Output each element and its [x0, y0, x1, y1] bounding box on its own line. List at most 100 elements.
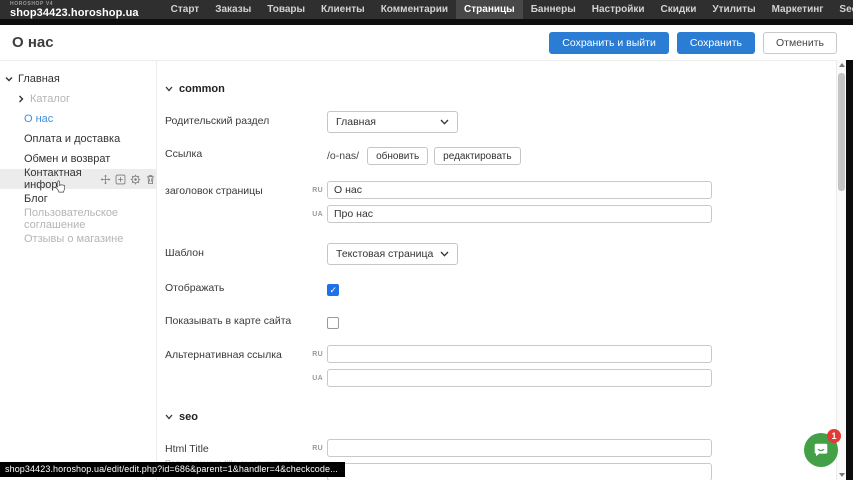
scrollbar-up-arrow[interactable]	[839, 63, 845, 67]
link-edit-button[interactable]: редактировать	[434, 147, 520, 165]
menu-item-clients[interactable]: Клиенты	[313, 0, 373, 19]
move-icon[interactable]	[100, 174, 111, 185]
tree-item-actions	[100, 174, 156, 185]
tree-item-store-reviews[interactable]: Отзывы о магазине	[0, 229, 156, 249]
field-label: Отображать	[165, 281, 307, 295]
tree-item-label: О нас	[24, 113, 53, 125]
chat-widget-button[interactable]: 1	[804, 433, 838, 467]
select-value: Текстовая страница	[336, 248, 433, 260]
logo[interactable]: HOROSHOP V4 shop34423.horoshop.ua	[10, 2, 139, 19]
scrollbar-down-arrow[interactable]	[839, 473, 845, 477]
lang-tag-ua: UA	[307, 375, 323, 382]
template-row: Шаблон Текстовая страница	[165, 243, 853, 265]
parent-section-row: Родительский раздел Главная	[165, 111, 853, 133]
tree-item-home[interactable]: Главная	[0, 69, 156, 89]
section-title: seo	[179, 411, 198, 423]
field-label: Альтернативная ссылка	[165, 345, 307, 362]
menu-item-pages[interactable]: Страницы	[456, 0, 523, 19]
app-window: HOROSHOP V4 shop34423.horoshop.ua Старт …	[0, 0, 853, 480]
menu-item-marketing[interactable]: Маркетинг	[764, 0, 832, 19]
field-label: Показывать в карте сайта	[165, 314, 307, 328]
display-checkbox[interactable]	[327, 284, 339, 296]
section-common-header[interactable]: common	[165, 83, 853, 95]
menu-item-banners[interactable]: Баннеры	[523, 0, 584, 19]
menu-item-products[interactable]: Товары	[259, 0, 313, 19]
sitemap-checkbox[interactable]	[327, 317, 339, 329]
chevron-down-icon	[440, 251, 449, 257]
html-title-ru-input[interactable]	[327, 439, 712, 457]
logo-domain: shop34423.horoshop.ua	[10, 8, 139, 19]
page-edit-form: common Родительский раздел Главная Ссылк…	[157, 61, 853, 480]
content-area: Главная Каталог О нас Оплата и доставка …	[0, 61, 853, 480]
chevron-down-icon[interactable]	[5, 75, 13, 83]
template-select[interactable]: Текстовая страница	[327, 243, 458, 265]
lang-tag-ua: UA	[307, 211, 323, 218]
lang-tag-ru: RU	[307, 445, 323, 452]
tree-item-user-agreement[interactable]: Пользовательское соглашение	[0, 209, 156, 229]
chevron-down-icon	[440, 119, 449, 125]
tree-item-catalog[interactable]: Каталог	[0, 89, 156, 109]
pages-tree-sidebar: Главная Каталог О нас Оплата и доставка …	[0, 61, 157, 480]
tree-item-label: Каталог	[30, 93, 70, 105]
chat-unread-badge: 1	[827, 429, 841, 443]
chevron-down-icon	[165, 414, 173, 420]
display-row: Отображать	[165, 281, 853, 296]
header-actions: Сохранить и выйти Сохранить Отменить	[549, 32, 837, 54]
sitemap-row: Показывать в карте сайта	[165, 314, 853, 329]
tree-item-label: Пользовательское соглашение	[24, 207, 156, 231]
scrollbar-thumb[interactable]	[838, 73, 845, 191]
tree-item-label: Контактная инфор	[24, 167, 94, 191]
tree-item-payment-delivery[interactable]: Оплата и доставка	[0, 129, 156, 149]
menu-item-comments[interactable]: Комментарии	[373, 0, 456, 19]
page-title-ru-input[interactable]	[327, 181, 712, 199]
menu-item-start[interactable]: Старт	[163, 0, 208, 19]
chat-icon	[812, 441, 830, 459]
screen-edge-strip	[846, 60, 853, 480]
tree-item-label: Главная	[18, 73, 60, 85]
field-label: Шаблон	[165, 243, 307, 260]
page-header: О нас Сохранить и выйти Сохранить Отмени…	[0, 25, 853, 61]
tree-item-blog[interactable]: Блог	[0, 189, 156, 209]
settings-icon[interactable]	[130, 174, 141, 185]
top-navigation-bar: HOROSHOP V4 shop34423.horoshop.ua Старт …	[0, 0, 853, 19]
field-label: Html Title	[165, 443, 307, 456]
scrollbar[interactable]	[836, 60, 846, 480]
link-value: /o-nas/	[327, 150, 359, 162]
select-value: Главная	[336, 116, 376, 128]
tree-item-contact-info[interactable]: Контактная инфор	[0, 169, 156, 189]
lang-tag-ru: RU	[307, 187, 323, 194]
alt-link-row: Альтернативная ссылка RU UA	[165, 345, 853, 387]
tree-item-label: Отзывы о магазине	[24, 233, 123, 245]
alt-link-ua-input[interactable]	[327, 369, 712, 387]
html-title-ua-input[interactable]	[327, 463, 712, 480]
chevron-down-icon	[165, 86, 173, 92]
menu-item-utilities[interactable]: Утилиты	[704, 0, 763, 19]
tree-item-label: Блог	[24, 193, 48, 205]
page-title-ua-input[interactable]	[327, 205, 712, 223]
page-title-row: заголовок страницы RU UA	[165, 181, 853, 223]
tree-item-about-us[interactable]: О нас	[0, 109, 156, 129]
save-button[interactable]: Сохранить	[677, 32, 755, 54]
tree-item-label: Оплата и доставка	[24, 133, 120, 145]
tree-item-exchange-return[interactable]: Обмен и возврат	[0, 149, 156, 169]
delete-icon[interactable]	[145, 174, 156, 185]
save-and-exit-button[interactable]: Сохранить и выйти	[549, 32, 669, 54]
link-refresh-button[interactable]: обновить	[367, 147, 428, 165]
chevron-right-icon[interactable]	[17, 95, 25, 103]
cancel-button[interactable]: Отменить	[763, 32, 837, 54]
menu-item-discounts[interactable]: Скидки	[653, 0, 705, 19]
menu-item-settings[interactable]: Настройки	[584, 0, 653, 19]
menu-item-orders[interactable]: Заказы	[207, 0, 259, 19]
main-menu: Старт Заказы Товары Клиенты Комментарии …	[163, 0, 853, 19]
menu-item-seo[interactable]: Seo	[831, 0, 853, 19]
add-icon[interactable]	[115, 174, 126, 185]
section-seo-header[interactable]: seo	[165, 411, 853, 423]
alt-link-ru-input[interactable]	[327, 345, 712, 363]
parent-section-select[interactable]: Главная	[327, 111, 458, 133]
field-label: заголовок страницы	[165, 181, 307, 198]
section-title: common	[179, 83, 225, 95]
tree-item-label: Обмен и возврат	[24, 153, 110, 165]
field-label: Ссылка	[165, 145, 307, 161]
lang-tag-ru: RU	[307, 351, 323, 358]
link-row: Ссылка /o-nas/ обновить редактировать	[165, 145, 853, 165]
